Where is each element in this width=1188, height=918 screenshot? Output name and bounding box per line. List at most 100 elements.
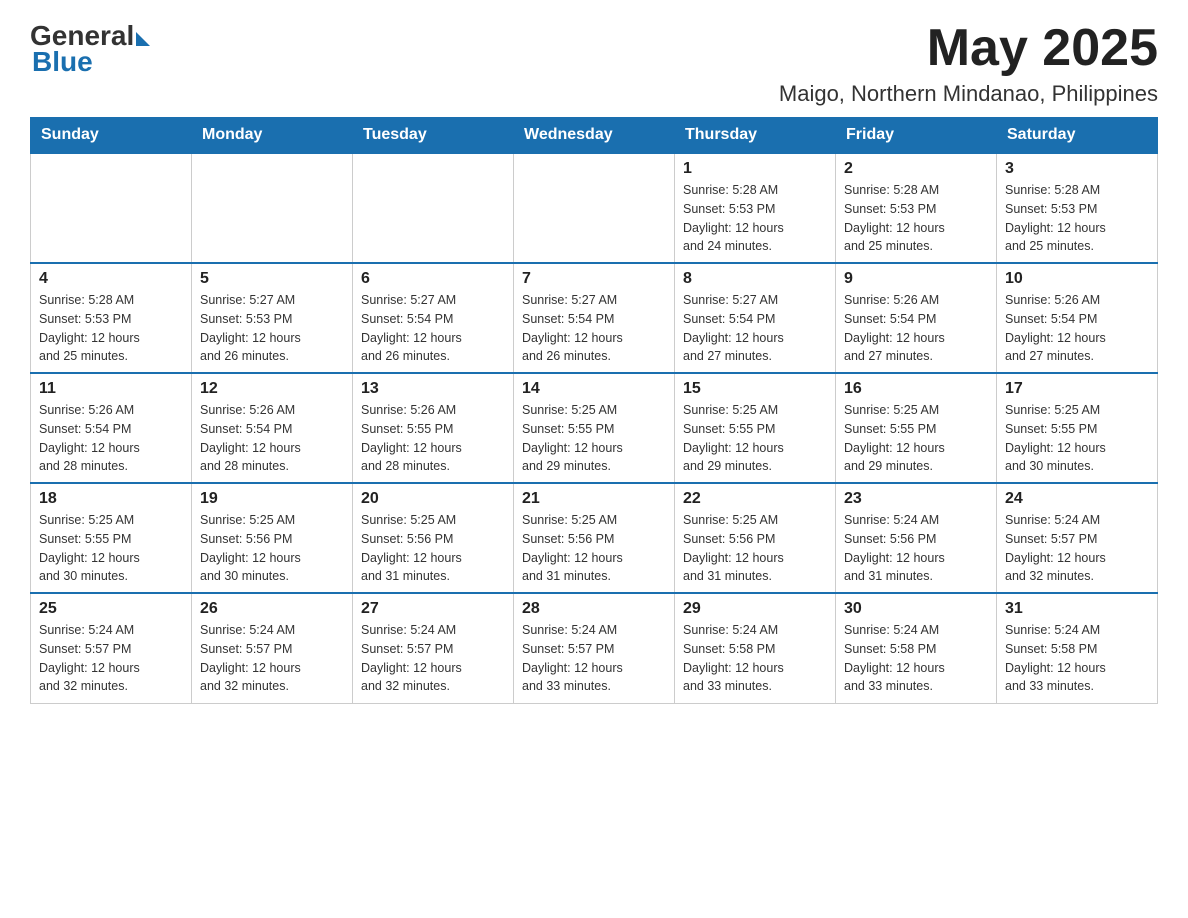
calendar-day-28: 28 Sunrise: 5:24 AM Sunset: 5:57 PM Dayli… (514, 593, 675, 703)
day-info: Sunrise: 5:24 AM Sunset: 5:57 PM Dayligh… (1005, 511, 1149, 586)
column-header-friday: Friday (836, 118, 997, 154)
calendar-day-27: 27Sunrise: 5:24 AM Sunset: 5:57 PM Dayli… (353, 593, 514, 703)
calendar-empty-cell (31, 153, 192, 263)
day-info: Sunrise: 5:26 AM Sunset: 5:54 PM Dayligh… (39, 401, 183, 476)
day-number: 2 (844, 160, 988, 178)
day-number: 24 (1005, 490, 1149, 508)
day-number: 21 (522, 490, 666, 508)
day-number: 20 (361, 490, 505, 508)
day-number: 1 (683, 160, 827, 178)
day-number: 25 (39, 600, 183, 618)
day-number: 19 (200, 490, 344, 508)
calendar-day-17: 17 Sunrise: 5:25 AM Sunset: 5:55 PM Dayli… (997, 373, 1158, 483)
day-number: 30 (844, 600, 988, 618)
column-header-monday: Monday (192, 118, 353, 154)
calendar-day-2: 2 Sunrise: 5:28 AM Sunset: 5:53 PM Daylig… (836, 153, 997, 263)
day-info: Sunrise: 5:25 AM Sunset: 5:56 PM Dayligh… (200, 511, 344, 586)
calendar-day-4: 4 Sunrise: 5:28 AM Sunset: 5:53 PM Daylig… (31, 263, 192, 373)
day-info: Sunrise: 5:25 AM Sunset: 5:56 PM Dayligh… (683, 511, 827, 586)
logo-blue: Blue (32, 46, 93, 78)
calendar-day-8: 8 Sunrise: 5:27 AM Sunset: 5:54 PM Daylig… (675, 263, 836, 373)
day-number: 14 (522, 380, 666, 398)
day-info: Sunrise: 5:26 AM Sunset: 5:54 PM Dayligh… (1005, 291, 1149, 366)
day-info: Sunrise: 5:24 AM Sunset: 5:58 PM Dayligh… (683, 621, 827, 696)
calendar-day-26: 26 Sunrise: 5:24 AM Sunset: 5:57 PM Dayli… (192, 593, 353, 703)
calendar-day-18: 18 Sunrise: 5:25 AM Sunset: 5:55 PM Dayli… (31, 483, 192, 593)
day-number: 10 (1005, 270, 1149, 288)
day-number: 22 (683, 490, 827, 508)
day-number: 4 (39, 270, 183, 288)
calendar-day-24: 24 Sunrise: 5:24 AM Sunset: 5:57 PM Dayli… (997, 483, 1158, 593)
calendar-day-14: 14 Sunrise: 5:25 AM Sunset: 5:55 PM Dayli… (514, 373, 675, 483)
calendar-empty-cell (192, 153, 353, 263)
day-info: Sunrise: 5:28 AM Sunset: 5:53 PM Dayligh… (39, 291, 183, 366)
day-info: Sunrise: 5:24 AM Sunset: 5:58 PM Dayligh… (844, 621, 988, 696)
calendar-table: SundayMondayTuesdayWednesdayThursdayFrid… (30, 117, 1158, 704)
calendar-week-row: 4 Sunrise: 5:28 AM Sunset: 5:53 PM Daylig… (31, 263, 1158, 373)
title-block: May 2025 Maigo, Northern Mindanao, Phili… (779, 20, 1158, 107)
day-info: Sunrise: 5:27 AM Sunset: 5:54 PM Dayligh… (522, 291, 666, 366)
location-title: Maigo, Northern Mindanao, Philippines (779, 81, 1158, 107)
calendar-empty-cell (514, 153, 675, 263)
day-info: Sunrise: 5:25 AM Sunset: 5:55 PM Dayligh… (522, 401, 666, 476)
day-info: Sunrise: 5:26 AM Sunset: 5:55 PM Dayligh… (361, 401, 505, 476)
calendar-day-25: 25 Sunrise: 5:24 AM Sunset: 5:57 PM Dayli… (31, 593, 192, 703)
day-info: Sunrise: 5:24 AM Sunset: 5:57 PM Dayligh… (200, 621, 344, 696)
column-header-sunday: Sunday (31, 118, 192, 154)
calendar-day-9: 9 Sunrise: 5:26 AM Sunset: 5:54 PM Daylig… (836, 263, 997, 373)
day-number: 26 (200, 600, 344, 618)
calendar-day-20: 20 Sunrise: 5:25 AM Sunset: 5:56 PM Dayli… (353, 483, 514, 593)
calendar-day-10: 10 Sunrise: 5:26 AM Sunset: 5:54 PM Dayli… (997, 263, 1158, 373)
column-header-thursday: Thursday (675, 118, 836, 154)
day-info: Sunrise: 5:28 AM Sunset: 5:53 PM Dayligh… (1005, 181, 1149, 256)
day-info: Sunrise: 5:25 AM Sunset: 5:55 PM Dayligh… (39, 511, 183, 586)
day-number: 8 (683, 270, 827, 288)
calendar-day-31: 31Sunrise: 5:24 AM Sunset: 5:58 PM Dayli… (997, 593, 1158, 703)
day-info: Sunrise: 5:27 AM Sunset: 5:54 PM Dayligh… (683, 291, 827, 366)
calendar-day-23: 23 Sunrise: 5:24 AM Sunset: 5:56 PM Dayli… (836, 483, 997, 593)
day-number: 17 (1005, 380, 1149, 398)
column-header-tuesday: Tuesday (353, 118, 514, 154)
day-info: Sunrise: 5:27 AM Sunset: 5:53 PM Dayligh… (200, 291, 344, 366)
day-info: Sunrise: 5:24 AM Sunset: 5:56 PM Dayligh… (844, 511, 988, 586)
calendar-day-19: 19 Sunrise: 5:25 AM Sunset: 5:56 PM Dayli… (192, 483, 353, 593)
day-number: 13 (361, 380, 505, 398)
calendar-day-15: 15Sunrise: 5:25 AM Sunset: 5:55 PM Dayli… (675, 373, 836, 483)
calendar-week-row: 11 Sunrise: 5:26 AM Sunset: 5:54 PM Dayli… (31, 373, 1158, 483)
calendar-week-row: 18 Sunrise: 5:25 AM Sunset: 5:55 PM Dayli… (31, 483, 1158, 593)
calendar-day-29: 29Sunrise: 5:24 AM Sunset: 5:58 PM Dayli… (675, 593, 836, 703)
calendar-day-16: 16 Sunrise: 5:25 AM Sunset: 5:55 PM Dayli… (836, 373, 997, 483)
day-info: Sunrise: 5:25 AM Sunset: 5:55 PM Dayligh… (1005, 401, 1149, 476)
day-number: 9 (844, 270, 988, 288)
day-number: 16 (844, 380, 988, 398)
day-info: Sunrise: 5:25 AM Sunset: 5:56 PM Dayligh… (361, 511, 505, 586)
day-info: Sunrise: 5:26 AM Sunset: 5:54 PM Dayligh… (844, 291, 988, 366)
day-info: Sunrise: 5:24 AM Sunset: 5:57 PM Dayligh… (39, 621, 183, 696)
day-info: Sunrise: 5:24 AM Sunset: 5:58 PM Dayligh… (1005, 621, 1149, 696)
day-number: 12 (200, 380, 344, 398)
logo: General Blue (30, 20, 150, 78)
day-number: 6 (361, 270, 505, 288)
calendar-day-22: 22 Sunrise: 5:25 AM Sunset: 5:56 PM Dayli… (675, 483, 836, 593)
day-number: 11 (39, 380, 183, 398)
calendar-day-5: 5 Sunrise: 5:27 AM Sunset: 5:53 PM Daylig… (192, 263, 353, 373)
day-number: 23 (844, 490, 988, 508)
day-info: Sunrise: 5:25 AM Sunset: 5:55 PM Dayligh… (844, 401, 988, 476)
day-number: 28 (522, 600, 666, 618)
calendar-day-12: 12 Sunrise: 5:26 AM Sunset: 5:54 PM Dayli… (192, 373, 353, 483)
day-number: 18 (39, 490, 183, 508)
calendar-day-21: 21 Sunrise: 5:25 AM Sunset: 5:56 PM Dayli… (514, 483, 675, 593)
calendar-day-1: 1Sunrise: 5:28 AM Sunset: 5:53 PM Daylig… (675, 153, 836, 263)
day-info: Sunrise: 5:27 AM Sunset: 5:54 PM Dayligh… (361, 291, 505, 366)
column-header-saturday: Saturday (997, 118, 1158, 154)
day-info: Sunrise: 5:26 AM Sunset: 5:54 PM Dayligh… (200, 401, 344, 476)
day-info: Sunrise: 5:25 AM Sunset: 5:56 PM Dayligh… (522, 511, 666, 586)
day-info: Sunrise: 5:28 AM Sunset: 5:53 PM Dayligh… (844, 181, 988, 256)
day-info: Sunrise: 5:24 AM Sunset: 5:57 PM Dayligh… (522, 621, 666, 696)
calendar-day-11: 11 Sunrise: 5:26 AM Sunset: 5:54 PM Dayli… (31, 373, 192, 483)
calendar-header-row: SundayMondayTuesdayWednesdayThursdayFrid… (31, 118, 1158, 154)
day-number: 5 (200, 270, 344, 288)
day-number: 27 (361, 600, 505, 618)
calendar-day-7: 7Sunrise: 5:27 AM Sunset: 5:54 PM Daylig… (514, 263, 675, 373)
day-number: 3 (1005, 160, 1149, 178)
